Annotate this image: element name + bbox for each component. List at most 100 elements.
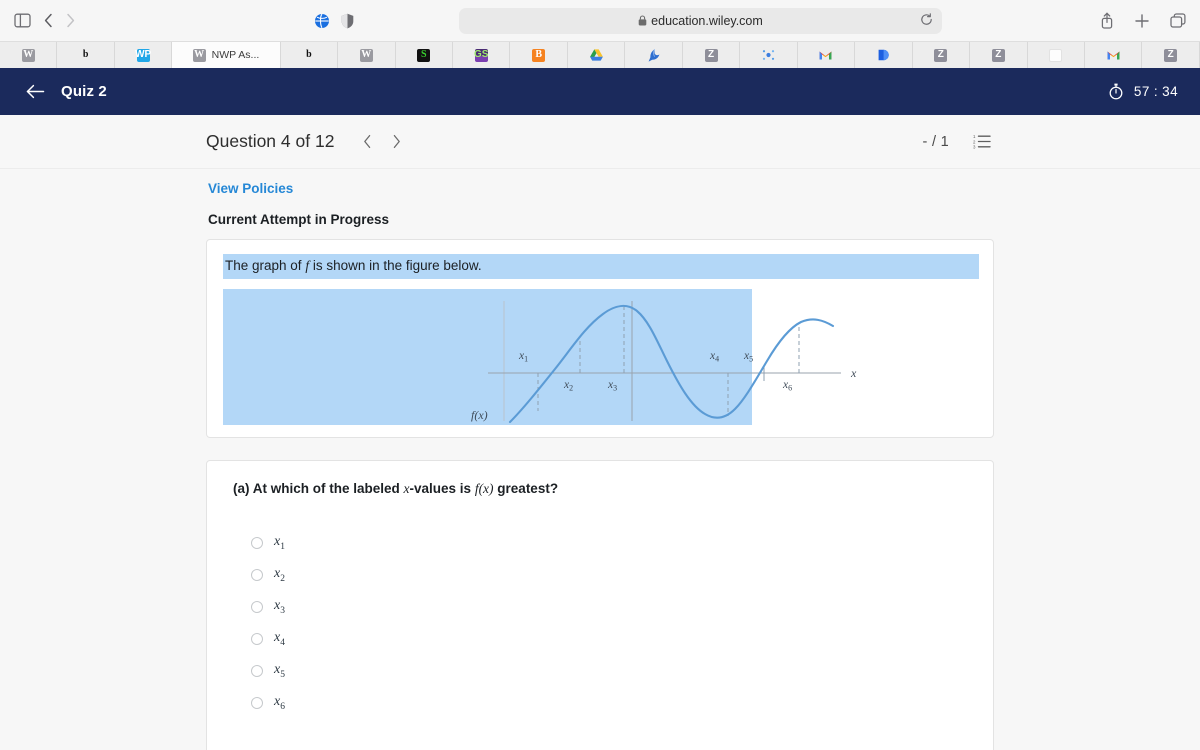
radio-button[interactable] bbox=[251, 601, 263, 614]
prev-question-button[interactable] bbox=[363, 134, 372, 149]
share-icon[interactable] bbox=[1100, 12, 1114, 29]
blank-icon bbox=[1049, 48, 1063, 62]
attempt-status: Current Attempt in Progress bbox=[208, 212, 390, 227]
gmail-icon bbox=[1107, 49, 1120, 62]
sidebar-icon[interactable] bbox=[14, 13, 31, 28]
label-x2: x2 bbox=[563, 379, 573, 393]
tab-2[interactable]: b bbox=[57, 42, 115, 68]
question-nav bbox=[363, 134, 401, 149]
policies-block: View Policies Current Attempt in Progres… bbox=[206, 169, 994, 227]
b-orange-icon: B bbox=[532, 48, 546, 62]
quiz-header-right: 57 : 34 bbox=[1108, 83, 1178, 100]
answer-option-2[interactable]: x2 bbox=[251, 559, 967, 591]
radio-button[interactable] bbox=[251, 569, 263, 582]
tab-8[interactable]: GS bbox=[452, 42, 511, 68]
figure-card-inner: The graph of f is shown in the figure be… bbox=[207, 240, 993, 437]
answer-option-label: x3 bbox=[274, 598, 285, 617]
figure-card: The graph of f is shown in the figure be… bbox=[206, 239, 994, 439]
question-counter: Question 4 of 12 bbox=[206, 131, 335, 151]
tab-15[interactable] bbox=[855, 42, 913, 68]
answer-option-6[interactable]: x6 bbox=[251, 687, 967, 719]
view-policies-link[interactable]: View Policies bbox=[206, 181, 994, 196]
answer-options: x1 x2 x3 x4 x5 x6 bbox=[233, 527, 967, 719]
label-x3: x3 bbox=[607, 379, 617, 393]
shield-icon[interactable] bbox=[341, 13, 354, 29]
radio-button[interactable] bbox=[251, 537, 263, 550]
tab-1[interactable]: W bbox=[0, 42, 58, 68]
radio-button[interactable] bbox=[251, 697, 263, 710]
answer-option-4[interactable]: x4 bbox=[251, 623, 967, 655]
answer-option-label: x2 bbox=[274, 566, 285, 585]
arrow-left-icon[interactable] bbox=[26, 84, 45, 99]
wp-icon: WP bbox=[135, 48, 152, 62]
back-icon[interactable] bbox=[44, 13, 53, 28]
b-icon: b bbox=[306, 49, 312, 60]
answer-option-3[interactable]: x3 bbox=[251, 591, 967, 623]
tab-9[interactable]: B bbox=[510, 42, 568, 68]
tab-bar: Wb WP W NWP As... b W S GS B Z Z Z Z bbox=[0, 41, 1200, 68]
b-icon: b bbox=[82, 49, 89, 60]
question-text-mid: -values is bbox=[409, 481, 475, 497]
tab-17[interactable]: Z bbox=[970, 42, 1028, 68]
answer-option-1[interactable]: x1 bbox=[251, 527, 967, 559]
tab-10[interactable] bbox=[567, 42, 626, 68]
toolbar-right-group bbox=[1036, 12, 1186, 29]
toolbar-center-group: education.wiley.com bbox=[314, 7, 1036, 34]
tab-11[interactable] bbox=[625, 42, 683, 68]
tab-16[interactable]: Z bbox=[912, 42, 971, 68]
question-bar: Question 4 of 12 - / 1 1 2 3 bbox=[0, 115, 1200, 169]
stopwatch-icon bbox=[1108, 83, 1124, 100]
tab-14[interactable] bbox=[797, 42, 856, 68]
score-display: - / 1 bbox=[922, 133, 949, 150]
tab-overview-icon[interactable] bbox=[1170, 13, 1186, 28]
answer-option-label: x6 bbox=[274, 694, 285, 713]
radio-button[interactable] bbox=[251, 665, 263, 678]
answer-option-label: x1 bbox=[274, 534, 285, 553]
tab-20[interactable]: Z bbox=[1142, 42, 1200, 68]
d-icon bbox=[877, 49, 890, 62]
globe-icon[interactable] bbox=[314, 13, 330, 29]
svg-text:3: 3 bbox=[973, 145, 976, 149]
label-x5: x5 bbox=[743, 350, 753, 364]
label-fx: f(x) bbox=[471, 408, 488, 422]
stem-sentence: The graph of f is shown in the figure be… bbox=[223, 254, 979, 280]
tab-active[interactable]: W NWP As... bbox=[172, 42, 281, 68]
list-icon[interactable]: 1 2 3 bbox=[973, 134, 991, 149]
reload-icon[interactable] bbox=[920, 12, 933, 29]
question-function: f(x) bbox=[474, 481, 494, 497]
next-question-button[interactable] bbox=[392, 134, 401, 149]
tab-12[interactable]: Z bbox=[682, 42, 741, 68]
toolbar-left-group bbox=[14, 13, 314, 28]
w-icon: W bbox=[21, 48, 35, 62]
tab-6[interactable]: W bbox=[338, 42, 396, 68]
address-bar-wrapper: education.wiley.com bbox=[365, 7, 1036, 34]
gmail-icon bbox=[819, 49, 832, 62]
label-x1: x1 bbox=[518, 350, 528, 364]
question-content: View Policies Current Attempt in Progres… bbox=[206, 169, 994, 750]
tab-18[interactable] bbox=[1027, 42, 1085, 68]
answer-option-5[interactable]: x5 bbox=[251, 655, 967, 687]
quiz-timer: 57 : 34 bbox=[1133, 84, 1178, 99]
z-icon: Z bbox=[704, 48, 718, 62]
address-bar[interactable]: education.wiley.com bbox=[459, 7, 942, 34]
tab-19[interactable] bbox=[1084, 42, 1143, 68]
forward-icon[interactable] bbox=[66, 13, 75, 28]
flow-icon bbox=[762, 49, 775, 62]
stem-part2: is shown in the figure below. bbox=[309, 258, 482, 273]
plus-icon[interactable] bbox=[1135, 13, 1149, 28]
label-x6: x6 bbox=[782, 379, 792, 393]
radio-button[interactable] bbox=[251, 633, 263, 646]
label-x-axis: x bbox=[850, 366, 857, 380]
quiz-header-left: Quiz 2 bbox=[26, 83, 107, 100]
quiz-header: Quiz 2 57 : 34 bbox=[0, 68, 1200, 115]
function-graph: x1 x2 x3 x4 x5 x6 x f(x) bbox=[471, 301, 857, 424]
tab-7[interactable]: S bbox=[395, 42, 453, 68]
question-part-label: (a) bbox=[233, 481, 250, 497]
tab-3[interactable]: WP bbox=[114, 42, 173, 68]
bird-icon bbox=[647, 48, 660, 62]
tab-5[interactable]: b bbox=[280, 42, 339, 68]
question-card: (a) At which of the labeled x-values is … bbox=[206, 460, 994, 750]
tab-label: NWP As... bbox=[211, 49, 260, 61]
tab-13[interactable] bbox=[740, 42, 798, 68]
browser-toolbar: education.wiley.com bbox=[0, 0, 1200, 41]
